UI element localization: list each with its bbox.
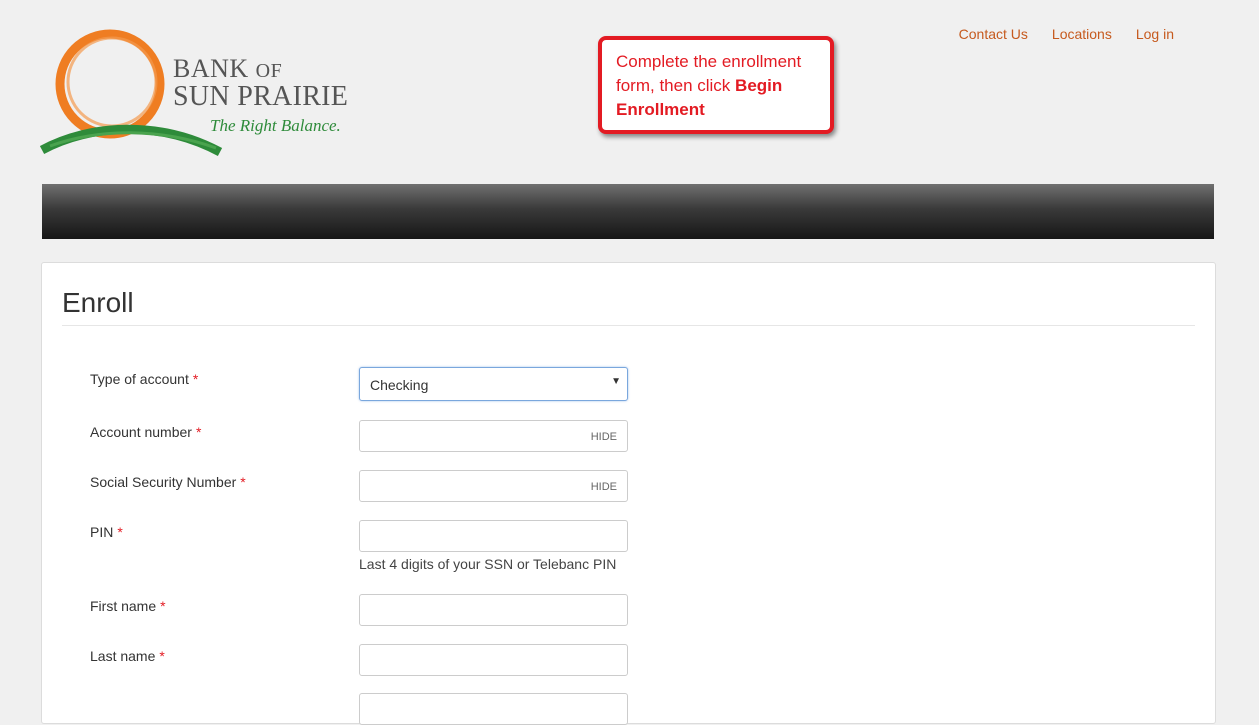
brand-line1: BANK OF bbox=[173, 54, 283, 83]
account-number-label: Account number * bbox=[90, 424, 202, 440]
next-field-input[interactable] bbox=[359, 693, 628, 725]
ssn-label: Social Security Number * bbox=[90, 474, 246, 490]
ssn-input[interactable]: HIDE bbox=[359, 470, 628, 502]
last-name-label: Last name * bbox=[90, 648, 165, 664]
account-type-select[interactable]: Checking ▼ bbox=[359, 367, 628, 401]
account-number-hide-toggle[interactable]: HIDE bbox=[591, 431, 617, 443]
page-title: Enroll bbox=[62, 287, 134, 318]
account-type-value: Checking bbox=[370, 377, 429, 393]
contact-us-link[interactable]: Contact Us bbox=[959, 26, 1028, 42]
top-nav: Contact Us Locations Log in bbox=[959, 26, 1174, 42]
account-type-label: Type of account * bbox=[90, 371, 199, 387]
enroll-panel: Enroll Type of account * Checking ▼ Accou… bbox=[41, 262, 1216, 725]
bank-logo[interactable]: BANK OF SUN PRAIRIE The Right Balance. bbox=[40, 28, 360, 158]
chevron-down-icon: ▼ bbox=[611, 376, 621, 387]
pin-label: PIN * bbox=[90, 524, 123, 540]
last-name-input[interactable] bbox=[359, 644, 628, 676]
ssn-hide-toggle[interactable]: HIDE bbox=[591, 481, 617, 493]
brand-line2: SUN PRAIRIE bbox=[173, 81, 349, 112]
main-navbar bbox=[42, 184, 1214, 239]
pin-help-text: Last 4 digits of your SSN or Telebanc PI… bbox=[359, 556, 617, 572]
instruction-callout: Complete the enrollment form, then click… bbox=[598, 36, 834, 134]
first-name-input[interactable] bbox=[359, 594, 628, 626]
locations-link[interactable]: Locations bbox=[1052, 26, 1112, 42]
login-link[interactable]: Log in bbox=[1136, 26, 1174, 42]
pin-input[interactable] bbox=[359, 520, 628, 552]
account-number-input[interactable]: HIDE bbox=[359, 420, 628, 452]
first-name-label: First name * bbox=[90, 598, 166, 614]
title-divider bbox=[62, 325, 1195, 326]
brand-tagline: The Right Balance. bbox=[210, 116, 341, 135]
